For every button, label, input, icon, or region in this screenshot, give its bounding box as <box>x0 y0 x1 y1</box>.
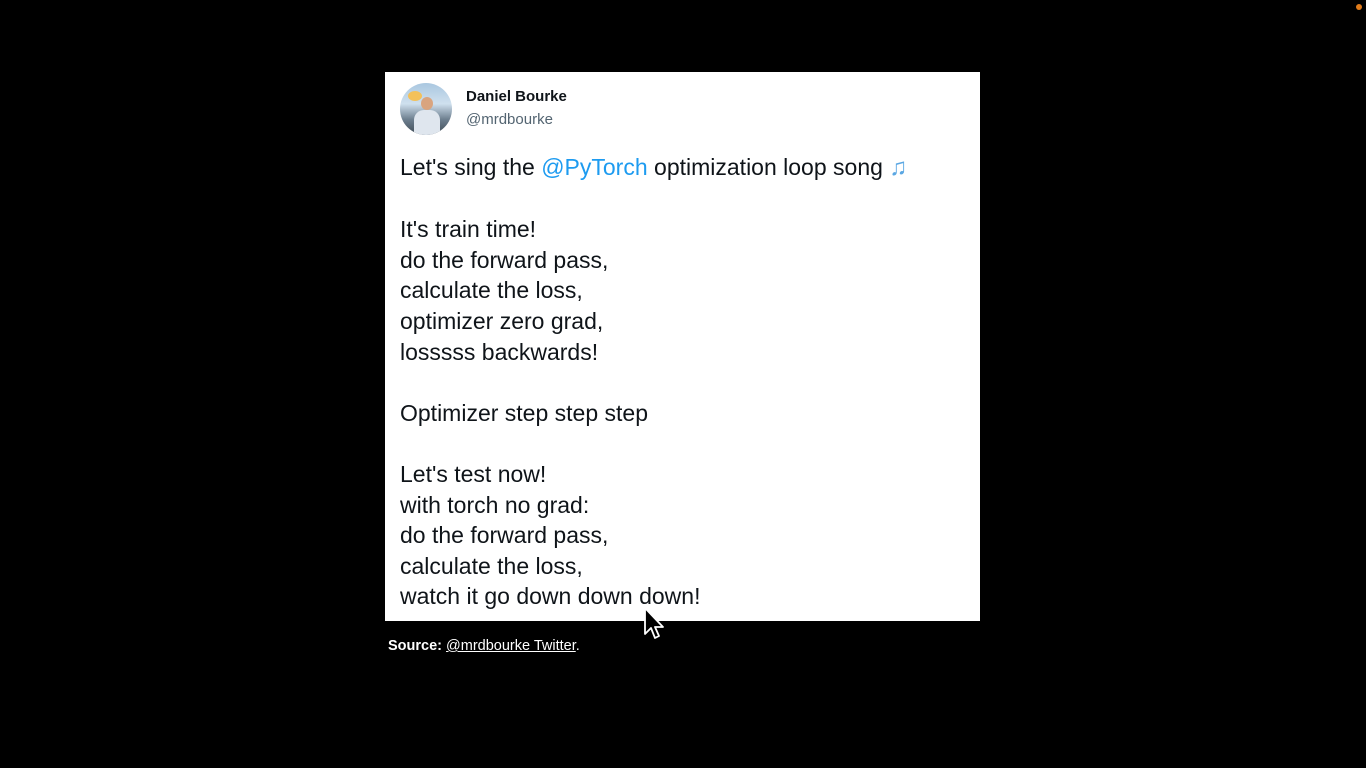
tweet-line: calculate the loss, <box>400 552 583 579</box>
source-link[interactable]: @mrdbourke Twitter <box>446 638 576 654</box>
pytorch-mention-link[interactable]: @PyTorch <box>541 154 647 180</box>
avatar-sun <box>408 91 422 101</box>
avatar <box>400 83 452 135</box>
musical-notes-icon: ♫ <box>889 154 908 181</box>
recording-indicator-dot <box>1356 4 1362 10</box>
tweet-line: Let's test now! <box>400 460 547 487</box>
tweet-line <box>400 367 975 398</box>
source-suffix: . <box>575 638 580 654</box>
tweet-line: calculate the loss, <box>400 277 583 304</box>
tweet-line: do the forward pass, <box>400 522 609 549</box>
tweet-line <box>400 428 975 459</box>
tweet-line: with torch no grad: <box>400 491 590 518</box>
author-handle: @mrdbourke <box>466 111 553 128</box>
tweet-card: Daniel Bourke @mrdbourke Let's sing the … <box>385 72 980 621</box>
slide-stage: Daniel Bourke @mrdbourke Let's sing the … <box>0 0 1366 768</box>
intro-suffix: optimization loop song <box>647 154 890 180</box>
mouse-cursor-icon <box>644 607 664 639</box>
tweet-line: It's train time! <box>400 216 537 243</box>
author-name: Daniel Bourke <box>466 88 567 105</box>
intro-prefix: Let's sing the <box>400 154 542 180</box>
tweet-line: optimizer zero grad, <box>400 307 604 334</box>
source-label: Source: <box>388 638 442 654</box>
avatar-body <box>414 110 440 135</box>
tweet-text: Let's sing the @PyTorch optimization loo… <box>400 152 975 612</box>
avatar-head <box>421 97 433 110</box>
tweet-line: Optimizer step step step <box>400 399 648 426</box>
tweet-line: losssss backwards! <box>400 338 599 365</box>
tweet-line: do the forward pass, <box>400 246 609 273</box>
tweet-intro-line: Let's sing the @PyTorch optimization loo… <box>400 152 975 184</box>
source-caption: Source: @mrdbourke Twitter. <box>388 638 580 654</box>
tweet-line: watch it go down down down! <box>400 583 701 610</box>
